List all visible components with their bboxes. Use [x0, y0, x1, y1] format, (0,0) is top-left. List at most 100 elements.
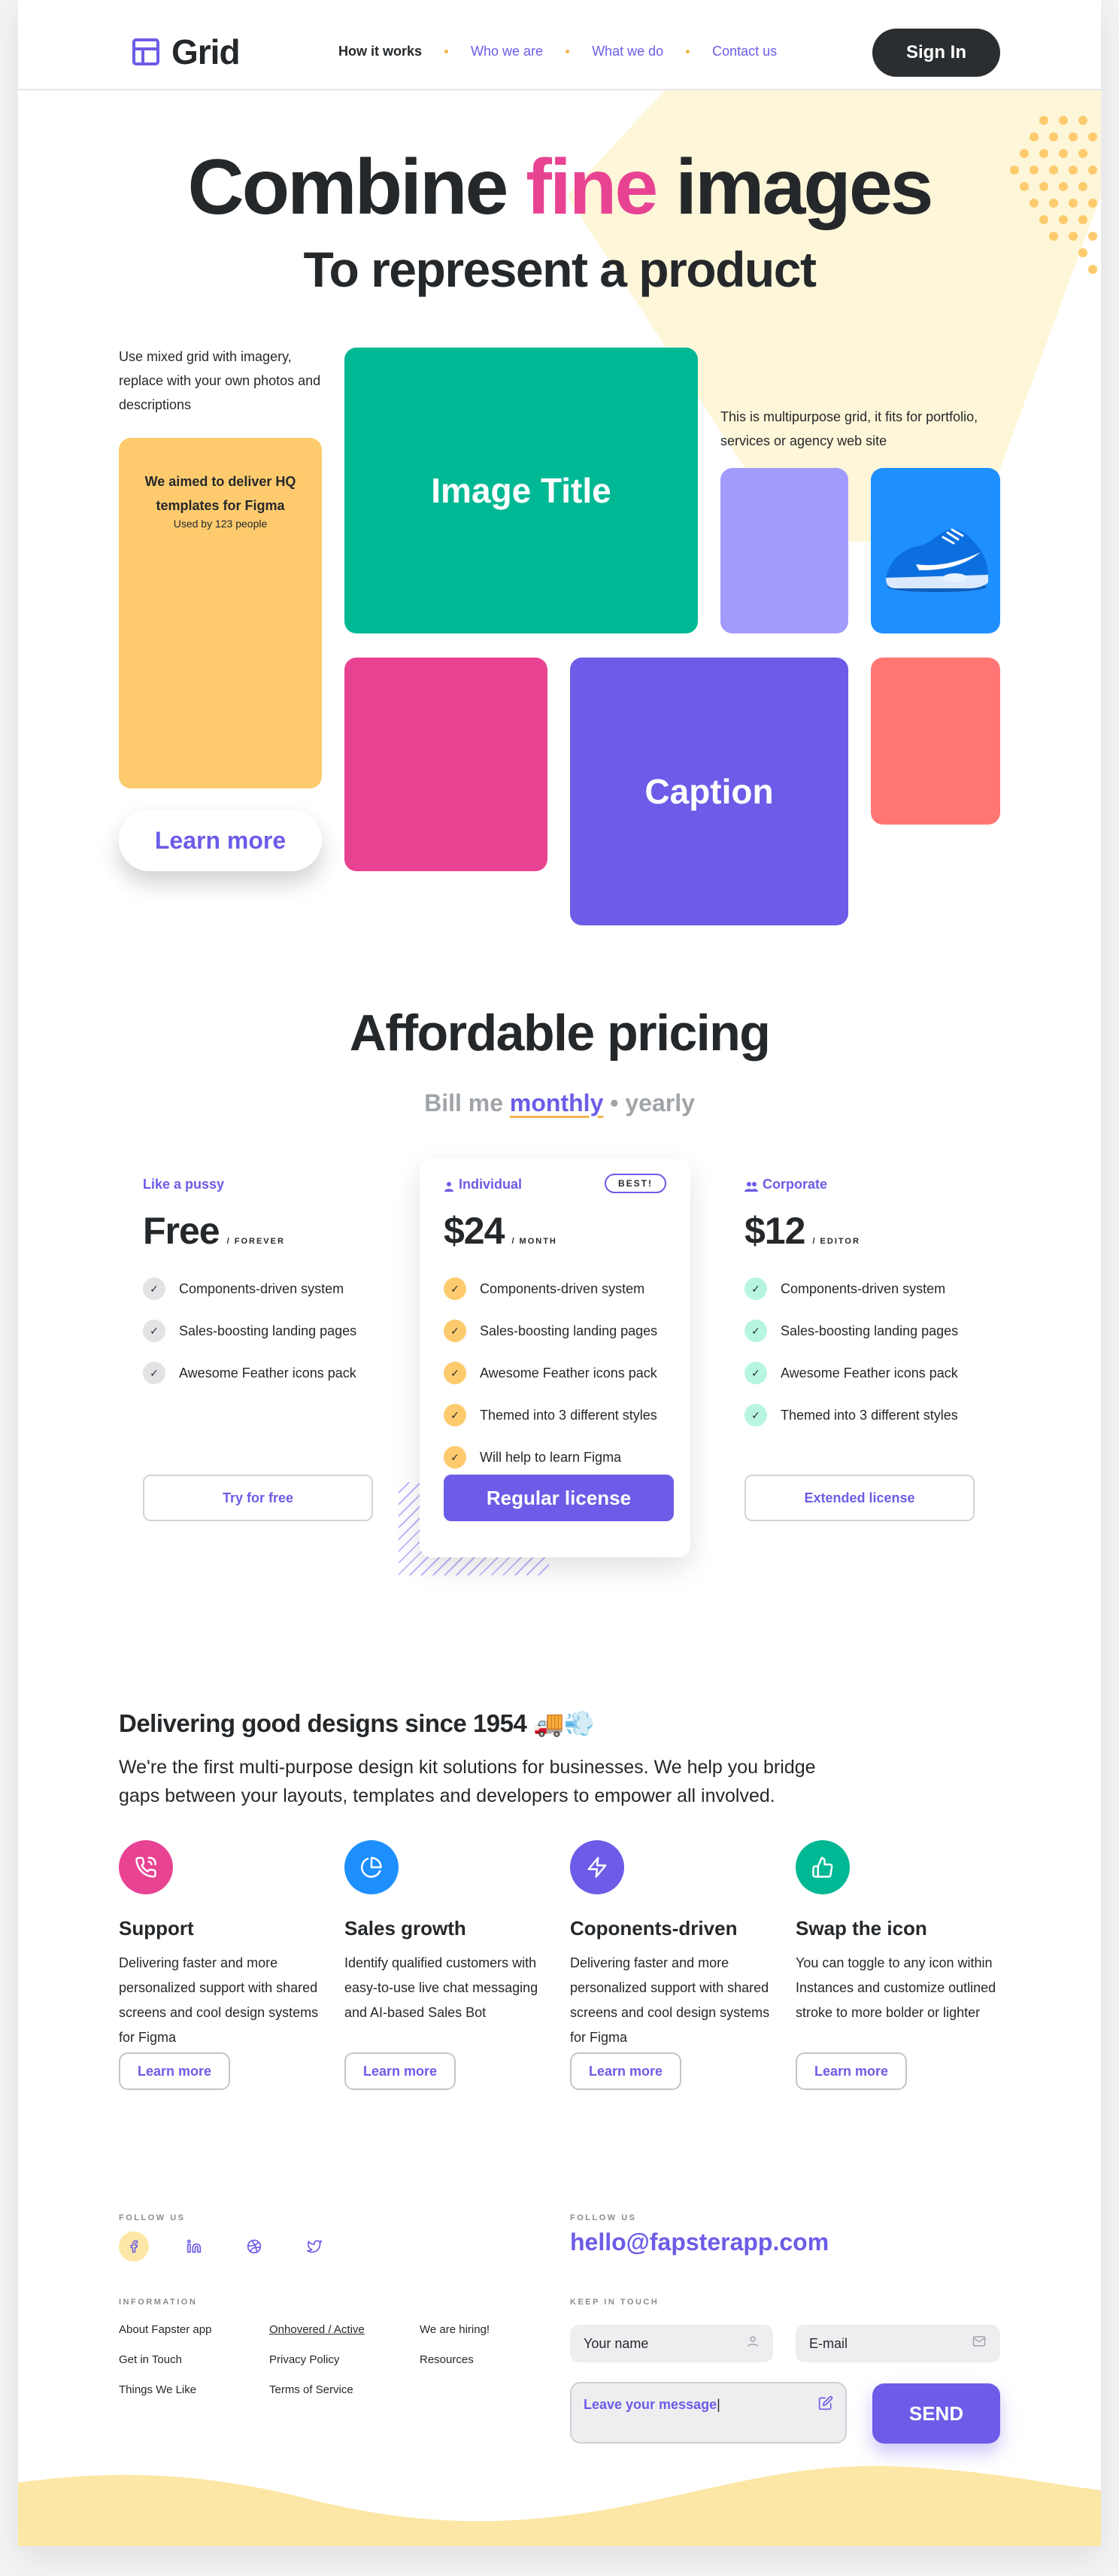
regular-license-button[interactable]: Regular license — [444, 1475, 674, 1521]
plan-price-row: Free / FOREVER — [143, 1209, 365, 1253]
plan-feature-text: Awesome Feather icons pack — [781, 1365, 958, 1381]
nav-separator-dot — [686, 50, 690, 53]
plan-price-row: $12 / EDITOR — [744, 1209, 967, 1253]
pie-chart-icon — [344, 1840, 399, 1894]
footer-link[interactable]: Get in Touch — [119, 2353, 211, 2383]
user-icon — [444, 1180, 454, 1192]
facebook-icon[interactable] — [119, 2231, 149, 2262]
nav-link-what-we-do[interactable]: What we do — [592, 44, 663, 59]
nav-link-who-we-are[interactable]: Who we are — [471, 44, 543, 59]
extended-license-button[interactable]: Extended license — [744, 1475, 975, 1521]
plan-feature: ✓ Sales-boosting landing pages — [143, 1310, 365, 1352]
hero-title: Combine fine images — [18, 143, 1101, 237]
plan-feature: ✓ Themed into 3 different styles — [744, 1394, 967, 1436]
twitter-icon[interactable] — [299, 2231, 329, 2262]
check-icon: ✓ — [744, 1404, 767, 1426]
yellow-card[interactable]: We aimed to deliver HQ templates for Fig… — [119, 438, 322, 788]
send-button[interactable]: SEND — [872, 2383, 1000, 2444]
pink-tile[interactable] — [344, 658, 547, 871]
check-icon: ✓ — [444, 1362, 466, 1384]
thumbs-up-icon — [796, 1840, 850, 1894]
plan-period: / MONTH — [511, 1237, 557, 1246]
edit-icon — [818, 2395, 833, 2414]
sign-in-button[interactable]: Sign In — [872, 29, 1000, 77]
phone-call-icon — [119, 1840, 173, 1894]
footer-links-column-3: We are hiring! Resources — [420, 2323, 490, 2383]
feature-swap-the-icon: Swap the icon You can toggle to any icon… — [796, 1840, 999, 2090]
image-title-text: Image Title — [431, 471, 611, 510]
hero-title-after: images — [675, 144, 933, 231]
learn-more-button[interactable]: Learn more — [119, 810, 322, 871]
footer-links-column-1: About Fapster app Get in Touch Things We… — [119, 2323, 211, 2413]
contact-email-link[interactable]: hello@fapsterapp.com — [570, 2228, 829, 2256]
plan-name: Corporate — [763, 1177, 828, 1192]
footer-link[interactable]: Terms of Service — [269, 2383, 365, 2413]
hero-subtitle: To represent a product — [303, 242, 817, 297]
plan-price-row: $24 / MONTH — [444, 1209, 666, 1253]
dribbble-icon[interactable] — [239, 2231, 269, 2262]
grid-left-description: Use mixed grid with imagery, replace wit… — [119, 349, 321, 412]
footer-link[interactable]: Onhovered / Active — [269, 2323, 365, 2353]
plan-feature: ✓ Awesome Feather icons pack — [744, 1352, 967, 1394]
message-text: Leave your message — [584, 2397, 717, 2412]
nav-link-how-it-works[interactable]: How it works — [338, 44, 422, 59]
lavender-tile[interactable] — [720, 468, 848, 633]
coral-tile[interactable] — [871, 658, 1000, 825]
landing-page: Grid How it works Who we are What we do … — [18, 0, 1101, 2546]
feature-support: Support Delivering faster and more perso… — [119, 1840, 322, 2090]
check-icon: ✓ — [444, 1320, 466, 1342]
sneaker-image — [886, 528, 988, 592]
check-icon: ✓ — [444, 1277, 466, 1300]
name-input-placeholder: Your name — [584, 2335, 649, 2351]
message-textarea[interactable]: Leave your message| — [570, 2382, 847, 2444]
keep-in-touch-label: KEEP IN TOUCH — [570, 2298, 660, 2307]
feature-learn-more-button[interactable]: Learn more — [570, 2052, 681, 2090]
information-label: INFORMATION — [119, 2298, 198, 2307]
plan-feature: ✓ Themed into 3 different styles — [444, 1394, 666, 1436]
plan-feature: ✓ Components-driven system — [744, 1268, 967, 1310]
plan-feature-text: Awesome Feather icons pack — [179, 1365, 356, 1381]
footer-link[interactable]: About Fapster app — [119, 2323, 211, 2353]
plan-feature-text: Awesome Feather icons pack — [480, 1365, 657, 1381]
main-menu: How it works Who we are What we do Conta… — [338, 44, 777, 59]
linkedin-icon[interactable] — [179, 2231, 209, 2262]
plan-period: / FOREVER — [226, 1237, 285, 1246]
footer-link[interactable]: Things We Like — [119, 2383, 211, 2413]
footer-link[interactable]: Resources — [420, 2353, 490, 2383]
name-input[interactable]: Your name — [570, 2325, 773, 2362]
check-icon: ✓ — [143, 1277, 165, 1300]
billing-yearly-option[interactable]: yearly — [625, 1089, 695, 1116]
plan-name: Like a pussy — [143, 1177, 225, 1192]
footer-link[interactable]: We are hiring! — [420, 2323, 490, 2353]
yellow-card-subtitle: Used by 123 people — [173, 518, 268, 530]
email-input-placeholder: E-mail — [809, 2335, 848, 2351]
feature-sales-growth: Sales growth Identify qualified customer… — [344, 1840, 547, 2090]
try-for-free-button[interactable]: Try for free — [143, 1475, 373, 1521]
plan-feature: ✓ Sales-boosting landing pages — [444, 1310, 666, 1352]
plan-feature-text: Components-driven system — [179, 1280, 344, 1296]
plan-period: / EDITOR — [812, 1237, 860, 1246]
best-badge: BEST! — [605, 1174, 666, 1193]
grid-layout-icon — [132, 38, 159, 65]
caption-tile[interactable]: Caption — [570, 658, 848, 925]
feature-learn-more-button[interactable]: Learn more — [344, 2052, 456, 2090]
email-input[interactable]: E-mail — [796, 2325, 1000, 2362]
feature-learn-more-button[interactable]: Learn more — [119, 2052, 230, 2090]
logo[interactable]: Grid — [132, 32, 241, 72]
plan-price: $12 — [744, 1210, 805, 1252]
image-title-tile[interactable]: Image Title — [344, 348, 698, 633]
sneaker-image-tile[interactable] — [871, 468, 1000, 633]
caption-text: Caption — [644, 772, 774, 811]
plan-feature: ✓ Awesome Feather icons pack — [444, 1352, 666, 1394]
plan-feature-list: ✓ Components-driven system ✓ Sales-boostin… — [143, 1268, 365, 1394]
billing-monthly-option[interactable]: monthly — [510, 1089, 603, 1116]
nav-separator-dot — [566, 50, 570, 53]
footer-link[interactable]: Privacy Policy — [269, 2353, 365, 2383]
nav-link-contact-us[interactable]: Contact us — [712, 44, 777, 59]
plan-price: $24 — [444, 1210, 505, 1252]
footer-links-column-2: Onhovered / Active Privacy Policy Terms … — [269, 2323, 365, 2413]
feature-title: Sales growth — [344, 1917, 466, 1940]
plan-feature-text: Components-driven system — [480, 1280, 645, 1296]
plan-price: Free — [143, 1210, 220, 1252]
feature-learn-more-button[interactable]: Learn more — [796, 2052, 907, 2090]
